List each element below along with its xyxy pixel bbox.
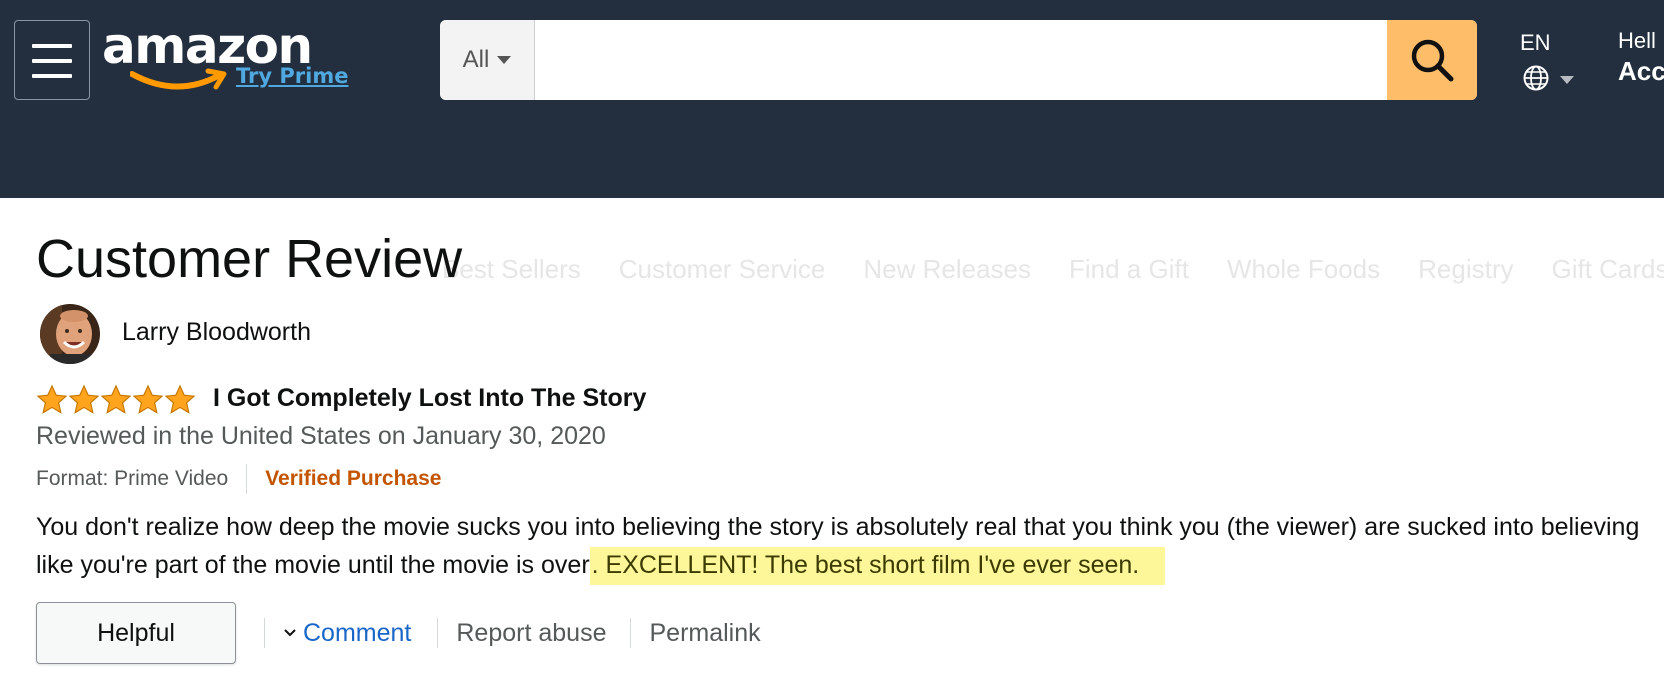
nav-link-new-releases[interactable]: New Releases — [863, 254, 1031, 285]
secondary-nav-bar: Hello Select your address Best Sellers C… — [0, 114, 1664, 302]
nav-link-best-sellers[interactable]: Best Sellers — [442, 254, 581, 285]
divider — [437, 618, 439, 648]
chevron-down-icon — [1560, 76, 1574, 84]
star-icon — [68, 384, 100, 414]
account-greeting: Hell — [1618, 28, 1656, 53]
search-icon — [1411, 39, 1454, 82]
account-menu[interactable]: Hell Acc — [1618, 28, 1664, 87]
menu-line — [32, 74, 72, 78]
comment-link[interactable]: Comment — [303, 619, 411, 648]
format-label[interactable]: Format: Prime Video — [36, 467, 228, 491]
reviewer-name[interactable]: Larry Bloodworth — [122, 318, 311, 347]
page-title: Customer Review — [36, 229, 463, 289]
review-body-highlight: . EXCELLENT! The best short film I've ev… — [589, 547, 1166, 585]
language-selector[interactable]: EN — [1518, 28, 1588, 98]
review-actions: Helpful Comment Report abuse Permalink — [36, 602, 785, 664]
amazon-logo[interactable]: amazon Try Prime — [102, 14, 352, 94]
star-icon — [164, 384, 196, 414]
language-code: EN — [1520, 30, 1551, 55]
star-icon — [100, 384, 132, 414]
star-icon — [132, 384, 164, 414]
nav-link-gift-cards[interactable]: Gift Cards — [1551, 254, 1664, 285]
chevron-down-icon — [284, 629, 296, 637]
nav-link-whole-foods[interactable]: Whole Foods — [1227, 254, 1380, 285]
search-bar: All — [440, 20, 1477, 100]
review-body: You don't realize how deep the movie suc… — [36, 508, 1656, 585]
divider — [264, 618, 265, 648]
divider — [630, 618, 632, 648]
top-nav-bar: amazon Try Prime All EN Hell Acc — [0, 0, 1664, 114]
hamburger-menu-icon[interactable] — [14, 20, 90, 100]
comment-toggle[interactable]: Comment — [283, 619, 411, 648]
review-title: I Got Completely Lost Into The Story — [213, 384, 647, 412]
report-abuse-link[interactable]: Report abuse — [456, 619, 606, 648]
review-date: Reviewed in the United States on January… — [36, 422, 606, 450]
verified-purchase-badge: Verified Purchase — [265, 467, 442, 490]
avatar[interactable] — [40, 304, 100, 364]
star-rating — [36, 384, 196, 416]
nav-link-customer-service[interactable]: Customer Service — [619, 254, 826, 285]
try-prime-link[interactable]: Try Prime — [236, 64, 348, 88]
search-category-label: All — [462, 46, 490, 73]
helpful-button[interactable]: Helpful — [36, 602, 236, 664]
permalink-link[interactable]: Permalink — [649, 619, 760, 648]
menu-line — [32, 44, 72, 48]
globe-icon — [1523, 65, 1549, 91]
nav-links: Best Sellers Customer Service New Releas… — [442, 254, 1664, 285]
nav-link-find-a-gift[interactable]: Find a Gift — [1069, 254, 1189, 285]
chevron-down-icon — [497, 56, 512, 64]
search-input[interactable] — [535, 20, 1387, 100]
reviewer-photo — [40, 304, 100, 364]
menu-line — [32, 59, 72, 63]
divider — [246, 464, 248, 494]
search-category-dropdown[interactable]: All — [440, 20, 535, 100]
search-button[interactable] — [1387, 20, 1477, 100]
format-row: Format: Prime Video Verified Purchase — [36, 464, 441, 494]
star-icon — [36, 384, 68, 414]
nav-link-registry[interactable]: Registry — [1418, 254, 1513, 285]
account-label: Acc — [1618, 56, 1664, 86]
logo-smile-icon — [130, 68, 227, 90]
